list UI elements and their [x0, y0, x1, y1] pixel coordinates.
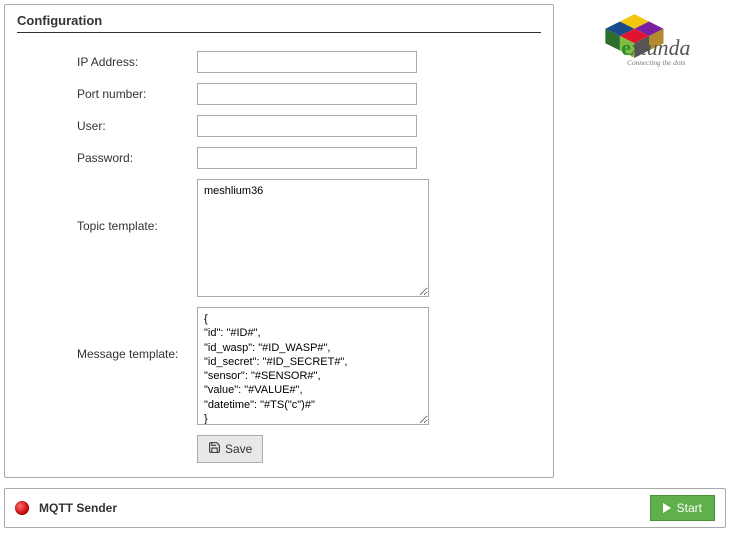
password-input[interactable]: [197, 147, 417, 169]
save-icon: [208, 441, 221, 457]
logo: extunda Connecting the dots: [554, 4, 732, 87]
save-button-label: Save: [225, 442, 252, 456]
port-label: Port number:: [17, 87, 197, 101]
user-input[interactable]: [197, 115, 417, 137]
port-input[interactable]: [197, 83, 417, 105]
start-button-label: Start: [677, 501, 702, 515]
message-label: Message template:: [17, 307, 197, 361]
user-label: User:: [17, 119, 197, 133]
topic-label: Topic template:: [17, 179, 197, 233]
status-indicator-icon: [15, 501, 29, 515]
mqtt-sender-panel: MQTT Sender Start: [4, 488, 726, 528]
start-button[interactable]: Start: [650, 495, 715, 521]
topic-template-input[interactable]: [197, 179, 429, 297]
extunda-logo-icon: extunda Connecting the dots: [574, 4, 724, 84]
ip-label: IP Address:: [17, 55, 197, 69]
ip-input[interactable]: [197, 51, 417, 73]
message-template-input[interactable]: [197, 307, 429, 425]
save-button[interactable]: Save: [197, 435, 263, 463]
configuration-panel: Configuration IP Address: Port number: U…: [4, 4, 554, 478]
password-label: Password:: [17, 151, 197, 165]
play-icon: [663, 503, 671, 513]
mqtt-sender-title: MQTT Sender: [39, 501, 117, 515]
config-title: Configuration: [17, 13, 541, 33]
svg-text:extunda: extunda: [621, 36, 690, 60]
logo-tagline: Connecting the dots: [627, 59, 685, 67]
